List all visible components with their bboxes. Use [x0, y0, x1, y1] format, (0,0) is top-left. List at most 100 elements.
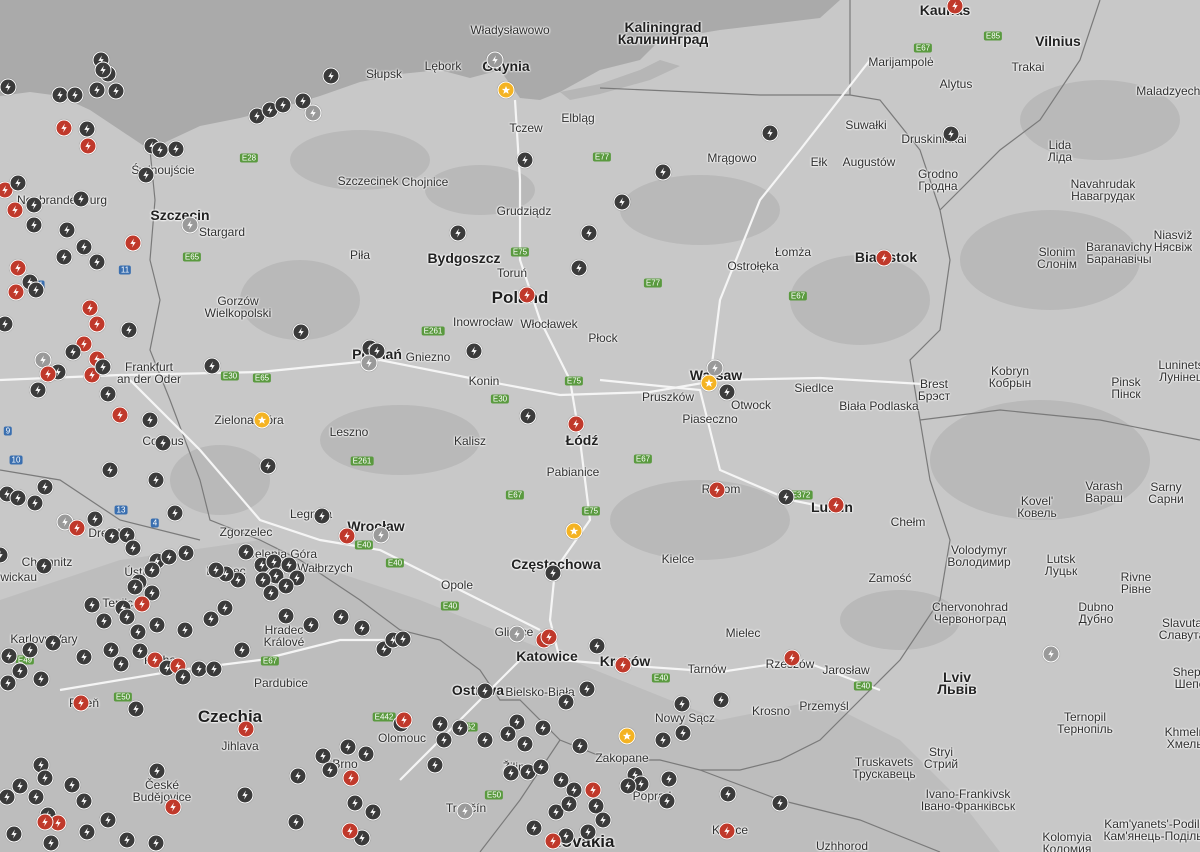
supercharger-marker[interactable]: [588, 637, 606, 655]
supercharger-marker[interactable]: [578, 680, 596, 698]
supercharger-marker[interactable]: [449, 224, 467, 242]
destination-star-marker[interactable]: [253, 411, 271, 429]
supercharger-marker[interactable]: [78, 120, 96, 138]
supercharger-marker-busy[interactable]: [6, 201, 24, 219]
supercharger-marker[interactable]: [570, 259, 588, 277]
supercharger-marker[interactable]: [154, 434, 172, 452]
supercharger-marker[interactable]: [86, 510, 104, 528]
destination-star-marker[interactable]: [700, 374, 718, 392]
supercharger-marker[interactable]: [36, 769, 54, 787]
supercharger-marker-busy[interactable]: [79, 137, 97, 155]
supercharger-marker[interactable]: [118, 608, 136, 626]
supercharger-marker[interactable]: [21, 641, 39, 659]
supercharger-marker-busy[interactable]: [39, 365, 57, 383]
supercharger-marker[interactable]: [88, 81, 106, 99]
supercharger-marker[interactable]: [148, 616, 166, 634]
supercharger-marker[interactable]: [777, 488, 795, 506]
supercharger-marker[interactable]: [719, 785, 737, 803]
supercharger-marker[interactable]: [83, 596, 101, 614]
supercharger-marker[interactable]: [72, 190, 90, 208]
supercharger-marker[interactable]: [613, 193, 631, 211]
supercharger-marker[interactable]: [332, 608, 350, 626]
supercharger-marker[interactable]: [36, 478, 54, 496]
supercharger-marker[interactable]: [718, 383, 736, 401]
supercharger-marker[interactable]: [88, 253, 106, 271]
supercharger-marker[interactable]: [287, 813, 305, 831]
supercharger-marker[interactable]: [516, 151, 534, 169]
destination-star-marker[interactable]: [565, 522, 583, 540]
supercharger-marker[interactable]: [66, 86, 84, 104]
supercharger-marker[interactable]: [456, 802, 474, 820]
supercharger-marker[interactable]: [313, 507, 331, 525]
supercharger-marker-busy[interactable]: [518, 286, 536, 304]
supercharger-marker[interactable]: [95, 612, 113, 630]
supercharger-marker[interactable]: [674, 724, 692, 742]
supercharger-marker-busy[interactable]: [338, 527, 356, 545]
supercharger-marker[interactable]: [451, 719, 469, 737]
supercharger-marker[interactable]: [203, 357, 221, 375]
supercharger-marker[interactable]: [147, 471, 165, 489]
supercharger-marker[interactable]: [499, 725, 517, 743]
supercharger-marker[interactable]: [29, 381, 47, 399]
supercharger-marker[interactable]: [25, 216, 43, 234]
supercharger-marker-busy[interactable]: [342, 769, 360, 787]
supercharger-marker[interactable]: [126, 578, 144, 596]
supercharger-marker-busy[interactable]: [133, 595, 151, 613]
supercharger-marker[interactable]: [94, 358, 112, 376]
supercharger-marker[interactable]: [9, 174, 27, 192]
supercharger-marker[interactable]: [426, 756, 444, 774]
supercharger-marker-busy[interactable]: [72, 694, 90, 712]
supercharger-marker[interactable]: [64, 343, 82, 361]
supercharger-marker[interactable]: [660, 770, 678, 788]
supercharger-marker[interactable]: [129, 623, 147, 641]
supercharger-marker[interactable]: [99, 385, 117, 403]
supercharger-marker[interactable]: [124, 539, 142, 557]
supercharger-marker[interactable]: [435, 731, 453, 749]
supercharger-marker[interactable]: [594, 811, 612, 829]
supercharger-marker[interactable]: [25, 196, 43, 214]
supercharger-marker-busy[interactable]: [124, 234, 142, 252]
supercharger-marker[interactable]: [486, 51, 504, 69]
supercharger-marker[interactable]: [0, 674, 17, 692]
supercharger-marker[interactable]: [571, 737, 589, 755]
supercharger-marker[interactable]: [78, 823, 96, 841]
supercharger-marker[interactable]: [237, 543, 255, 561]
supercharger-marker-busy[interactable]: [341, 822, 359, 840]
map-canvas[interactable]: PolandCzechiaSlovakiaWładysławowoKalinin…: [0, 0, 1200, 852]
supercharger-marker[interactable]: [476, 682, 494, 700]
supercharger-marker[interactable]: [658, 792, 676, 810]
supercharger-marker-busy[interactable]: [584, 781, 602, 799]
supercharger-marker-busy[interactable]: [164, 798, 182, 816]
supercharger-marker-busy[interactable]: [68, 519, 86, 537]
supercharger-marker[interactable]: [673, 695, 691, 713]
supercharger-marker[interactable]: [177, 544, 195, 562]
supercharger-marker[interactable]: [476, 731, 494, 749]
supercharger-marker[interactable]: [233, 641, 251, 659]
supercharger-marker[interactable]: [216, 599, 234, 617]
supercharger-marker[interactable]: [525, 819, 543, 837]
supercharger-marker-busy[interactable]: [395, 711, 413, 729]
supercharger-marker[interactable]: [75, 238, 93, 256]
supercharger-marker[interactable]: [27, 281, 45, 299]
supercharger-marker[interactable]: [0, 78, 17, 96]
supercharger-marker[interactable]: [277, 607, 295, 625]
supercharger-marker[interactable]: [364, 803, 382, 821]
supercharger-marker[interactable]: [26, 494, 44, 512]
supercharger-marker[interactable]: [579, 823, 597, 841]
supercharger-marker[interactable]: [302, 616, 320, 634]
supercharger-marker[interactable]: [372, 526, 390, 544]
supercharger-marker[interactable]: [942, 125, 960, 143]
supercharger-marker[interactable]: [346, 794, 364, 812]
supercharger-marker[interactable]: [1042, 645, 1060, 663]
supercharger-marker[interactable]: [353, 619, 371, 637]
supercharger-marker-busy[interactable]: [827, 496, 845, 514]
supercharger-marker-busy[interactable]: [237, 720, 255, 738]
supercharger-marker-busy[interactable]: [111, 406, 129, 424]
supercharger-marker[interactable]: [107, 82, 125, 100]
supercharger-marker[interactable]: [75, 792, 93, 810]
supercharger-marker[interactable]: [176, 621, 194, 639]
supercharger-marker[interactable]: [394, 630, 412, 648]
supercharger-marker-busy[interactable]: [614, 656, 632, 674]
supercharger-marker[interactable]: [118, 831, 136, 849]
supercharger-marker-busy[interactable]: [81, 299, 99, 317]
